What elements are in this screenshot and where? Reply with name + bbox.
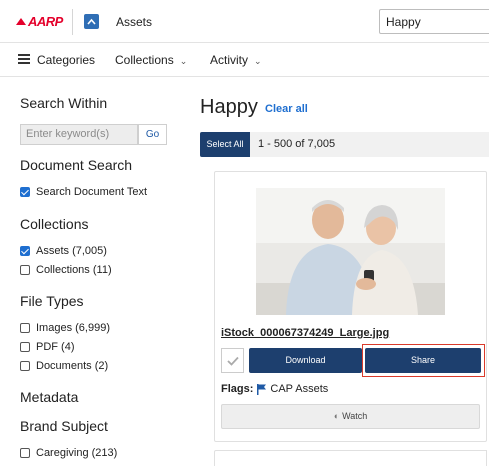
photo-illustration (256, 188, 445, 315)
app-icon[interactable] (84, 14, 99, 29)
flags-row: Flags: CAP Assets (221, 383, 328, 395)
select-all-button[interactable]: Select All (200, 132, 250, 157)
flag-icon (257, 383, 267, 395)
flag-value[interactable]: CAP Assets (270, 383, 328, 395)
brand-subject-heading: Brand Subject (20, 418, 108, 434)
option-label: Search Document Text (36, 186, 148, 198)
option-label: Assets (7,005) (36, 245, 107, 257)
nav-activity[interactable]: Activity ⌄ (210, 53, 262, 67)
top-header: AARP Assets (0, 0, 489, 43)
watch-button[interactable]: ◐ Watch (221, 404, 480, 429)
images-filter[interactable]: Images (6,999) (20, 322, 110, 334)
checkmark-icon (226, 356, 239, 366)
checkbox[interactable] (20, 342, 30, 352)
chevron-down-icon: ⌄ (254, 56, 262, 66)
file-types-heading: File Types (20, 293, 84, 309)
search-document-text-option[interactable]: Search Document Text (20, 186, 147, 198)
checkbox[interactable] (20, 265, 30, 275)
app-title: Assets (116, 15, 153, 29)
header-divider (72, 9, 73, 35)
flags-label: Flags: (221, 383, 254, 395)
metadata-heading: Metadata (20, 389, 79, 405)
menu-icon[interactable] (18, 54, 30, 64)
search-input[interactable] (379, 9, 489, 34)
checkbox[interactable] (20, 323, 30, 333)
option-label: Collections (11) (36, 264, 112, 276)
share-button[interactable]: Share (365, 348, 481, 373)
checkbox[interactable] (20, 361, 30, 371)
checkbox-checked[interactable] (20, 187, 30, 197)
checkbox-checked[interactable] (20, 246, 30, 256)
documents-filter[interactable]: Documents (2) (20, 360, 108, 372)
watch-label: Watch (342, 411, 368, 421)
asset-filename-link[interactable]: iStock_000067374249_Large.jpg (221, 327, 389, 339)
eye-icon: ◐ (333, 411, 340, 421)
nav-collections[interactable]: Collections ⌄ (115, 53, 187, 67)
chevron-down-icon: ⌄ (179, 56, 188, 66)
option-label: Caregiving (213) (36, 447, 118, 459)
nav-collections-label: Collections (115, 53, 174, 67)
logo-arrow-icon (16, 18, 26, 25)
search-within-heading: Search Within (20, 95, 108, 111)
document-search-heading: Document Search (20, 157, 133, 173)
option-label: Documents (2) (36, 360, 109, 372)
go-button[interactable]: Go (138, 124, 167, 145)
nav-activity-label: Activity (210, 53, 249, 67)
nav-bar: Categories Collections ⌄ Activity ⌄ (0, 43, 489, 77)
assets-filter[interactable]: Assets (7,005) (20, 245, 107, 257)
results-range: 1 - 500 of 7,005 (258, 138, 336, 150)
aarp-logo[interactable]: AARP (16, 14, 63, 29)
caregiving-filter[interactable]: Caregiving (213) (20, 447, 117, 459)
nav-categories[interactable]: Categories (37, 53, 95, 67)
pdf-filter[interactable]: PDF (4) (20, 341, 75, 353)
collections-heading: Collections (20, 216, 89, 232)
nav-categories-label: Categories (37, 53, 96, 67)
page-title: Happy (200, 96, 258, 118)
keyword-input[interactable]: Enter keyword(s) (20, 124, 138, 145)
asset-thumbnail[interactable] (256, 188, 445, 315)
download-button[interactable]: Download (249, 348, 362, 373)
select-asset-button[interactable] (221, 348, 244, 373)
chevron-up-icon (87, 18, 96, 25)
logo-text: AARP (28, 14, 63, 29)
option-label: Images (6,999) (36, 322, 110, 334)
option-label: PDF (4) (36, 341, 75, 353)
collections-filter[interactable]: Collections (11) (20, 264, 112, 276)
checkbox[interactable] (20, 448, 30, 458)
asset-card-next (214, 450, 487, 466)
clear-all-link[interactable]: Clear all (265, 103, 308, 115)
